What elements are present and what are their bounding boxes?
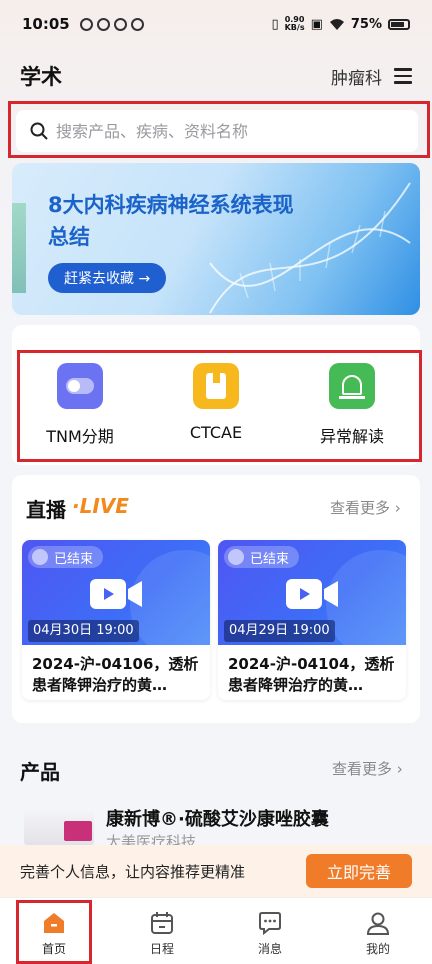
live-thumbnail: 已结束 04月29日 19:00	[218, 540, 406, 660]
live-more-link[interactable]: 查看更多 ›	[330, 497, 401, 518]
live-thumbnail: 已结束 04月30日 19:00	[22, 540, 210, 660]
alarm-icon	[329, 363, 375, 409]
live-status-badge: 已结束	[224, 546, 300, 568]
calendar-icon	[151, 912, 173, 934]
tab-label: 日程	[149, 942, 174, 956]
status-time: 10:05	[22, 15, 70, 33]
tool-label: 异常解读	[319, 427, 384, 446]
notification-icons	[79, 17, 144, 31]
prompt-text: 完善个人信息，让内容推荐更精准	[20, 862, 246, 881]
vibrate-icon: ▯	[271, 16, 279, 32]
menu-icon[interactable]	[394, 68, 412, 84]
message-icon	[259, 912, 281, 936]
live-item[interactable]: 已结束 04月29日 19:00 2024-沪-04104，透析患者降钾治疗的黄…	[218, 540, 406, 700]
battery-icon	[388, 18, 410, 30]
status-right: ▯ 0.90 KB/s ▣ 75%	[271, 16, 410, 32]
home-tab-highlight-frame	[16, 900, 92, 964]
header: 学术 肿瘤科	[0, 56, 432, 96]
banner-decoration	[12, 203, 26, 293]
live-name: 2024-沪-04104，透析患者降钾治疗的黄…	[228, 655, 395, 694]
product-image	[24, 811, 94, 845]
ended-icon	[228, 549, 244, 565]
toggle-icon	[57, 363, 103, 409]
network-speed: 0.90 KB/s	[284, 15, 305, 32]
search-icon	[30, 122, 48, 140]
battery-percent: 75%	[350, 16, 382, 32]
product-name: 康新博®·硫酸艾沙康唑胶囊	[106, 809, 329, 830]
live-title: 直播	[26, 498, 66, 522]
tool-abnormal-interpretation[interactable]: 异常解读	[292, 363, 412, 453]
status-bar: 10:05 ▯ 0.90 KB/s ▣ 75%	[0, 0, 432, 48]
sim-icon: ▣	[310, 16, 323, 32]
book-icon	[193, 363, 239, 409]
live-date: 04月30日 19:00	[28, 620, 139, 642]
tool-ctcae[interactable]: CTCAE	[156, 363, 276, 453]
banner-collect-button[interactable]: 赶紧去收藏 →	[48, 263, 167, 293]
app-notification-icon	[96, 17, 110, 31]
banner-title: 8大内科疾病神经系统表现总结	[48, 193, 294, 249]
tool-tnm-staging[interactable]: TNM分期	[20, 363, 140, 453]
user-icon	[366, 912, 390, 935]
department-selector[interactable]: 肿瘤科	[331, 64, 382, 89]
complete-profile-button[interactable]: 立即完善	[306, 854, 412, 888]
live-date: 04月29日 19:00	[224, 620, 335, 642]
wechat-icon	[130, 17, 144, 31]
tab-schedule[interactable]: 日程	[108, 898, 216, 964]
video-camera-icon	[286, 579, 338, 609]
tab-profile[interactable]: 我的	[324, 898, 432, 964]
wifi-icon	[329, 18, 344, 30]
page-title: 学术	[20, 65, 62, 89]
tab-label: 消息	[257, 942, 282, 956]
live-tag: ·LIVE	[72, 494, 129, 518]
ended-icon	[32, 549, 48, 565]
tool-label: TNM分期	[46, 427, 114, 446]
tool-label: CTCAE	[189, 423, 243, 442]
product-item[interactable]: 康新博®·硫酸艾沙康唑胶囊 太美医疗科技	[0, 795, 432, 851]
products-title: 产品	[20, 760, 60, 784]
tab-messages[interactable]: 消息	[216, 898, 324, 964]
live-status-badge: 已结束	[28, 546, 104, 568]
live-name: 2024-沪-04106，透析患者降钾治疗的黄…	[32, 655, 199, 694]
app-notification-icon	[79, 17, 93, 31]
products-more-link[interactable]: 查看更多 ›	[332, 758, 403, 779]
app-notification-icon	[113, 17, 127, 31]
promo-banner[interactable]: 8大内科疾病神经系统表现总结 赶紧去收藏 →	[12, 163, 420, 315]
profile-prompt-bar: 完善个人信息，让内容推荐更精准 立即完善	[0, 845, 432, 897]
video-camera-icon	[90, 579, 142, 609]
search-input[interactable]	[56, 121, 386, 141]
tab-label: 我的	[365, 942, 390, 956]
live-item[interactable]: 已结束 04月30日 19:00 2024-沪-04106，透析患者降钾治疗的黄…	[22, 540, 210, 700]
search-bar[interactable]	[16, 110, 418, 152]
